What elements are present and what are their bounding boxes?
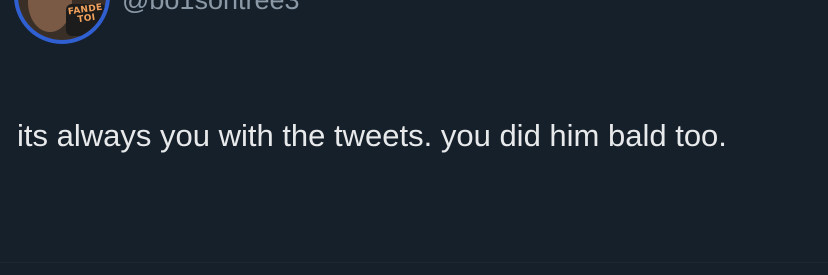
- avatar[interactable]: FANDE TOI: [14, 0, 110, 44]
- divider: [0, 262, 828, 263]
- tweet-text: its always you with the tweets. you did …: [17, 118, 727, 153]
- tweet-card: FANDE TOI @bo1sontree3 its always you wi…: [0, 0, 828, 275]
- user-handle[interactable]: @bo1sontree3: [122, 0, 300, 16]
